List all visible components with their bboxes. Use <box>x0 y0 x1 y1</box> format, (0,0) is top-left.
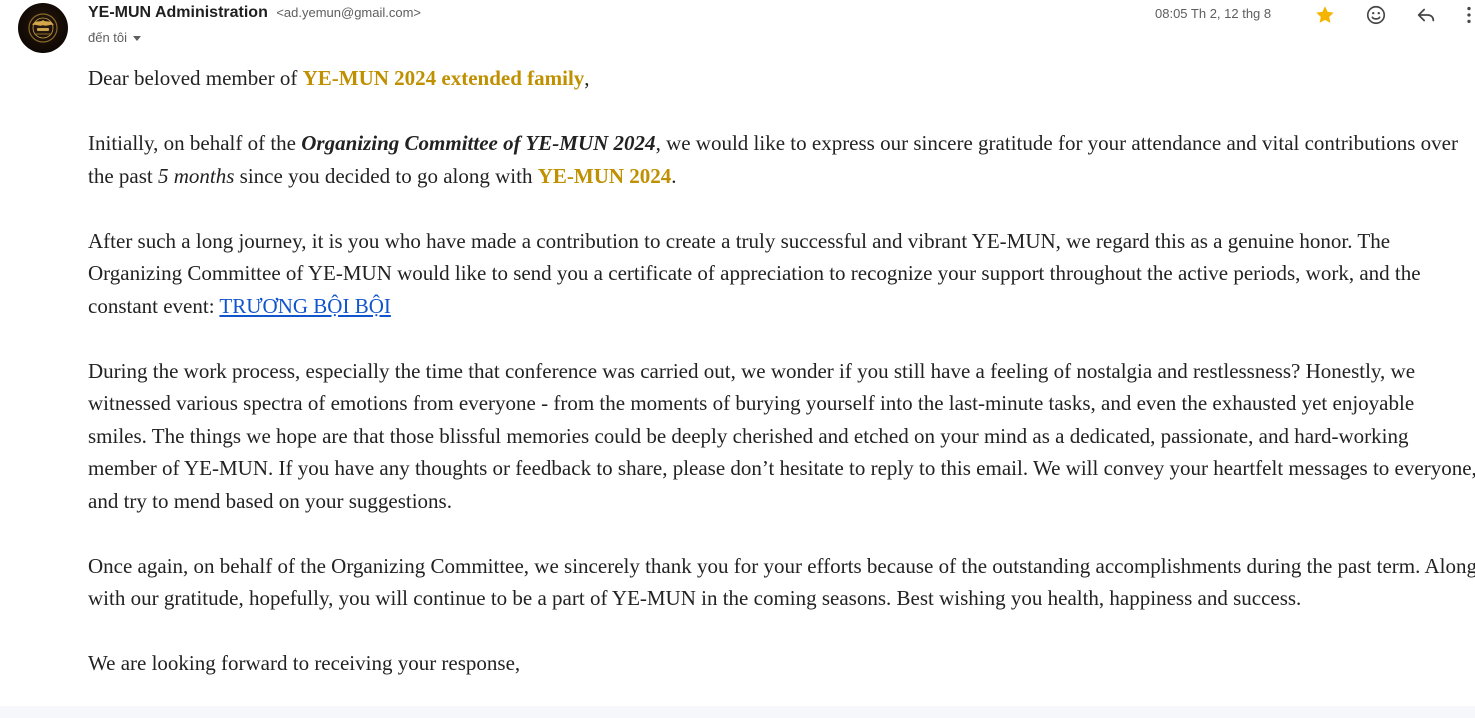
paragraph-closing: We are looking forward to receiving your… <box>88 651 521 675</box>
recipient-details-toggle[interactable]: đến tôi <box>88 30 142 45</box>
p1-duration: 5 months <box>157 163 235 188</box>
paragraph-thanks: Once again, on behalf of the Organizing … <box>88 553 1475 611</box>
emoji-icon <box>1366 5 1386 25</box>
email-date: 08:05 Th 2, 12 thg 8 <box>1155 6 1272 21</box>
chevron-down-icon <box>133 36 142 41</box>
email-body: Dear beloved member of YE-MUN 2024 exten… <box>88 62 1475 712</box>
add-reaction-button[interactable] <box>1363 2 1389 28</box>
recipient-label: đến tôi <box>88 30 128 45</box>
greeting: Dear beloved member of YE-MUN 2024 exten… <box>88 62 1475 95</box>
reply-button[interactable] <box>1413 2 1439 28</box>
star-button[interactable] <box>1312 2 1338 28</box>
avatar[interactable] <box>18 3 68 53</box>
p1-committee: Organizing Committee of YE-MUN 2024 <box>301 131 656 155</box>
paragraph-certificate: After such a long journey, it is you who… <box>88 225 1475 323</box>
recipient-name-link[interactable]: TRƯƠNG BỘI BỘI <box>219 294 390 318</box>
p1-event-name: YE-MUN 2024 <box>537 163 672 188</box>
star-icon <box>1316 6 1334 23</box>
bottom-divider <box>0 706 1475 718</box>
sender-line: YE-MUN Administration <ad.yemun@gmail.co… <box>88 4 421 22</box>
greeting-text: Dear beloved member of <box>88 66 303 90</box>
sender-email: <ad.yemun@gmail.com> <box>276 5 422 20</box>
reply-icon <box>1417 8 1435 22</box>
more-vert-icon <box>1467 6 1471 24</box>
more-options-button[interactable] <box>1463 2 1475 28</box>
greeting-punct: , <box>584 66 590 90</box>
ye-mun-logo-icon <box>28 13 58 43</box>
greeting-highlight: YE-MUN 2024 extended family <box>302 66 585 90</box>
paragraph-gratitude: Initially, on behalf of the Organizing C… <box>88 127 1475 192</box>
p1-text-a: Initially, on behalf of the <box>88 131 302 155</box>
sender-name[interactable]: YE-MUN Administration <box>88 4 268 21</box>
p1-text-e: since you decided to go along with <box>234 163 538 188</box>
p1-text-g: . <box>671 163 677 188</box>
paragraph-nostalgia: During the work process, especially the … <box>88 358 1475 513</box>
